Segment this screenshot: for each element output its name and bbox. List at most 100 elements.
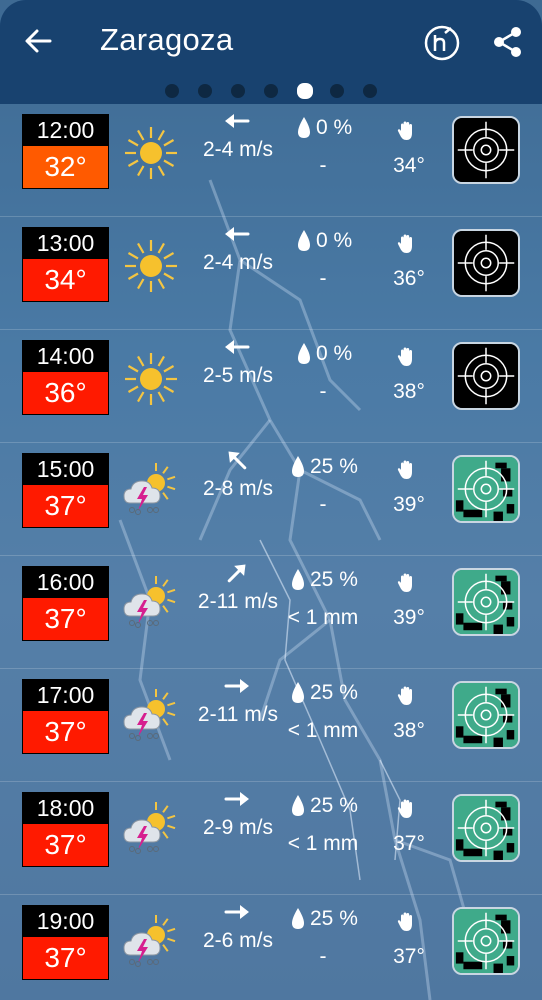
raindrop-icon — [296, 229, 312, 253]
wind-direction-arrow-up-right-icon — [222, 560, 252, 586]
sun-icon — [120, 235, 182, 297]
thunder-cloud-sun-icon — [120, 913, 182, 975]
radar-target-icon[interactable] — [452, 116, 520, 184]
hourly-forecast-list: 12:00 32° 2-4 m/s 0 % -34° 13:00 34° 2-4 m/s 0 %… — [0, 104, 542, 1000]
radar-target-icon[interactable] — [452, 342, 520, 410]
feels-like-hand-icon — [396, 572, 418, 594]
radar-target-icon[interactable] — [452, 907, 520, 975]
raindrop-icon — [290, 794, 306, 818]
hour-label: 13:00 — [23, 228, 108, 259]
time-temp-box: 14:00 36° — [22, 340, 109, 415]
feels-like-label: 37° — [393, 832, 425, 855]
thunder-cloud-sun-icon — [120, 687, 182, 749]
radar-target-icon[interactable] — [452, 794, 520, 862]
page-dot[interactable] — [264, 84, 278, 98]
raindrop-icon — [290, 681, 306, 705]
feels-like-label: 39° — [393, 493, 425, 516]
hour-label: 12:00 — [23, 115, 108, 146]
hour-label: 15:00 — [23, 454, 108, 485]
feels-like-label: 34° — [393, 154, 425, 177]
raindrop-icon — [296, 342, 312, 366]
precip-amount-label: < 1 mm — [287, 719, 359, 742]
precip-amount-label: - — [319, 380, 327, 403]
feels-like-label: 39° — [393, 606, 425, 629]
precip-probability-label: 25 % — [310, 907, 358, 930]
temperature-label: 37° — [23, 485, 108, 527]
precip-amount-label: - — [319, 267, 327, 290]
temperature-label: 37° — [23, 824, 108, 866]
time-temp-box: 18:00 37° — [22, 792, 109, 867]
wind-direction-arrow-left-icon — [222, 221, 252, 247]
forecast-row[interactable]: 14:00 36° 2-5 m/s 0 % -38° — [0, 330, 542, 443]
wind-direction-arrow-left-icon — [222, 334, 252, 360]
precip-amount-label: - — [319, 945, 327, 968]
feels-like-label: 37° — [393, 945, 425, 968]
feels-like-hand-icon — [396, 798, 418, 820]
page-dot[interactable] — [363, 84, 377, 98]
feels-like-label: 36° — [393, 267, 425, 290]
page-dot[interactable] — [165, 84, 179, 98]
sun-icon — [120, 348, 182, 410]
precip-probability-label: 25 % — [310, 794, 358, 817]
forecast-row[interactable]: 12:00 32° 2-4 m/s 0 % -34° — [0, 104, 542, 217]
forecast-row[interactable]: 13:00 34° 2-4 m/s 0 % -36° — [0, 217, 542, 330]
precip-probability-label: 0 % — [316, 342, 353, 365]
precip-probability-label: 25 % — [310, 455, 358, 478]
page-dot[interactable] — [297, 83, 313, 99]
temperature-label: 32° — [23, 146, 108, 188]
time-temp-box: 17:00 37° — [22, 679, 109, 754]
raindrop-icon — [296, 116, 312, 140]
radar-target-icon[interactable] — [452, 229, 520, 297]
precip-probability-label: 0 % — [316, 116, 353, 139]
hour-label: 18:00 — [23, 793, 108, 824]
feels-like-label: 38° — [393, 719, 425, 742]
time-temp-box: 12:00 32° — [22, 114, 109, 189]
hour-label: 14:00 — [23, 341, 108, 372]
precip-probability-label: 0 % — [316, 229, 353, 252]
page-indicator[interactable] — [0, 82, 542, 102]
history-h-icon[interactable] — [423, 24, 461, 62]
wind-direction-arrow-right-icon — [222, 786, 252, 812]
wind-direction-arrow-right-icon — [222, 673, 252, 699]
precip-probability-label: 25 % — [310, 568, 358, 591]
page-dot[interactable] — [198, 84, 212, 98]
hour-label: 19:00 — [23, 906, 108, 937]
time-temp-box: 16:00 37° — [22, 566, 109, 641]
feels-like-hand-icon — [396, 233, 418, 255]
wind-direction-arrow-up-left-icon — [222, 447, 252, 473]
thunder-cloud-sun-icon — [120, 800, 182, 862]
feels-like-label: 38° — [393, 380, 425, 403]
time-temp-box: 15:00 37° — [22, 453, 109, 528]
radar-target-icon[interactable] — [452, 455, 520, 523]
page-dot[interactable] — [231, 84, 245, 98]
forecast-row[interactable]: 15:00 37° 2-8 m/s 25 % -39° — [0, 443, 542, 556]
feels-like-hand-icon — [396, 346, 418, 368]
share-icon[interactable] — [492, 26, 524, 58]
precip-probability-label: 25 % — [310, 681, 358, 704]
arrow-left-icon[interactable] — [22, 26, 54, 56]
feels-like-hand-icon — [396, 685, 418, 707]
raindrop-icon — [290, 455, 306, 479]
temperature-label: 36° — [23, 372, 108, 414]
temperature-label: 37° — [23, 598, 108, 640]
forecast-row[interactable]: 16:00 37° 2-11 m/s 25 % < 1 mm 39° — [0, 556, 542, 669]
thunder-cloud-sun-icon — [120, 574, 182, 636]
feels-like-hand-icon — [396, 459, 418, 481]
precip-amount-label: < 1 mm — [287, 832, 359, 855]
hour-label: 17:00 — [23, 680, 108, 711]
hour-label: 16:00 — [23, 567, 108, 598]
page-dot[interactable] — [330, 84, 344, 98]
temperature-label: 37° — [23, 711, 108, 753]
forecast-row[interactable]: 17:00 37° 2-11 m/s 25 % < 1 mm 38° — [0, 669, 542, 782]
temperature-label: 34° — [23, 259, 108, 301]
forecast-row[interactable]: 18:00 37° 2-9 m/s 25 % < 1 mm 37° — [0, 782, 542, 895]
wind-direction-arrow-left-icon — [222, 108, 252, 134]
sun-icon — [120, 122, 182, 184]
radar-target-icon[interactable] — [452, 568, 520, 636]
feels-like-hand-icon — [396, 911, 418, 933]
forecast-row[interactable]: 19:00 37° 2-6 m/s 25 % -37° — [0, 895, 542, 1000]
raindrop-icon — [290, 568, 306, 592]
radar-target-icon[interactable] — [452, 681, 520, 749]
precip-amount-label: - — [319, 493, 327, 516]
feels-like-hand-icon — [396, 120, 418, 142]
